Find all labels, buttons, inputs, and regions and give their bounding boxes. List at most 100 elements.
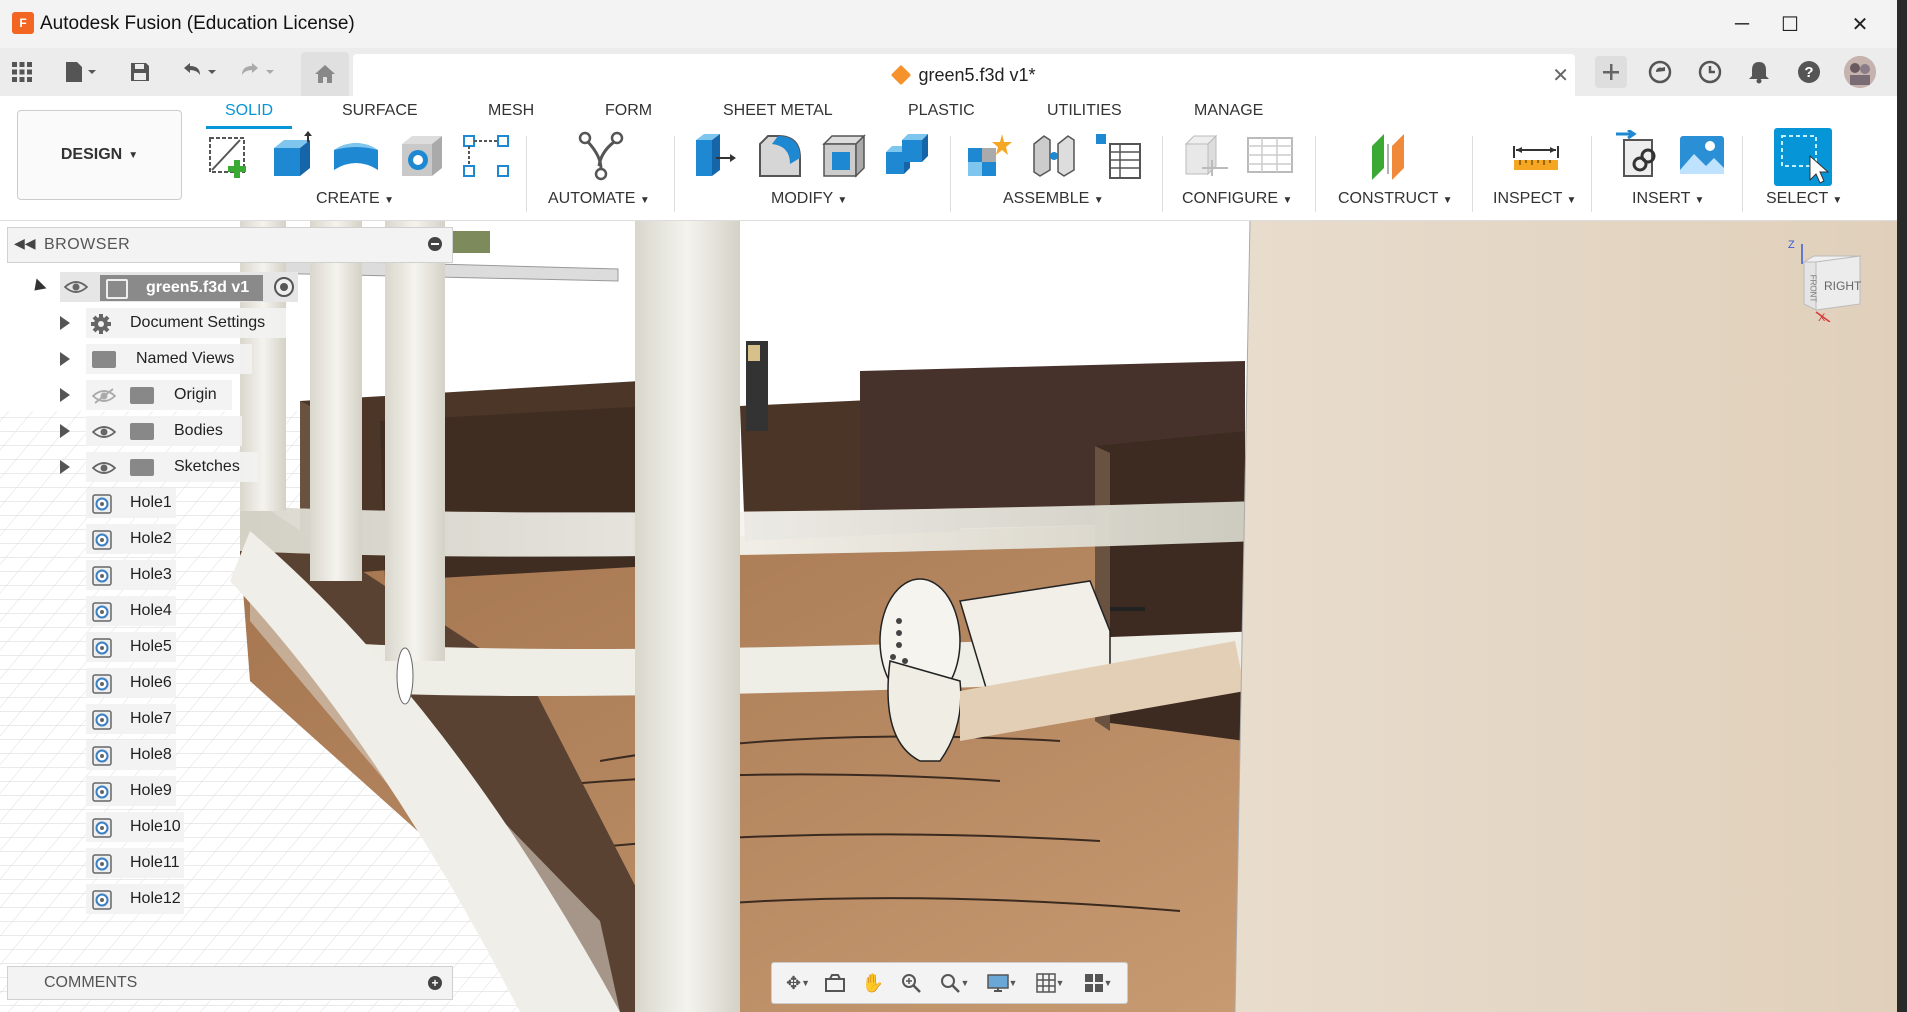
tab-surface[interactable]: SURFACE xyxy=(342,102,418,120)
save-icon[interactable] xyxy=(128,58,152,86)
revolve-icon[interactable] xyxy=(330,130,382,182)
expand-triangle-icon[interactable] xyxy=(60,460,70,474)
redo-icon[interactable] xyxy=(236,58,280,86)
maximize-button[interactable]: ☐ xyxy=(1768,8,1812,40)
undo-icon[interactable] xyxy=(178,58,222,86)
browser-item-hole[interactable]: Hole8 xyxy=(86,740,176,770)
job-status-clock-icon[interactable] xyxy=(1694,56,1726,88)
collapse-panel-icon[interactable]: ◀◀ xyxy=(14,235,36,252)
browser-item-origin[interactable]: Origin xyxy=(86,380,232,410)
tab-utilities[interactable]: UTILITIES xyxy=(1047,102,1122,120)
measure-icon[interactable] xyxy=(1510,130,1562,182)
automate-menu[interactable]: AUTOMATE ▼ xyxy=(548,190,650,208)
insert-menu[interactable]: INSERT ▼ xyxy=(1632,190,1704,208)
expand-triangle-icon[interactable] xyxy=(60,388,70,402)
display-settings-icon[interactable]: ▼ xyxy=(982,971,1022,995)
browser-item-hole[interactable]: Hole10 xyxy=(86,812,184,842)
shell-icon[interactable] xyxy=(818,130,870,182)
browser-item-bodies[interactable]: Bodies xyxy=(86,416,242,446)
insert-canvas-icon[interactable] xyxy=(1676,130,1728,182)
configure-menu[interactable]: CONFIGURE ▼ xyxy=(1182,190,1292,208)
document-tab-title: green5.f3d v1* xyxy=(918,65,1036,85)
configure-rules-icon[interactable] xyxy=(1244,130,1296,182)
look-at-icon[interactable] xyxy=(822,971,848,995)
workspace-switcher[interactable]: DESIGN ▼ xyxy=(17,110,182,200)
sync-icon[interactable] xyxy=(1644,56,1676,88)
document-tab[interactable]: green5.f3d v1* ✕ xyxy=(353,54,1575,96)
hole-icon[interactable] xyxy=(396,130,448,182)
select-menu[interactable]: SELECT ▼ xyxy=(1766,190,1842,208)
browser-item-hole[interactable]: Hole4 xyxy=(86,596,176,626)
comments-panel-header[interactable]: COMMENTS + xyxy=(7,966,453,1000)
minimize-panel-icon[interactable] xyxy=(428,237,442,251)
tab-mesh[interactable]: MESH xyxy=(488,102,534,120)
canvas-viewport[interactable] xyxy=(0,221,1897,1012)
app-grid-icon[interactable] xyxy=(10,58,34,86)
browser-panel-header[interactable]: ◀◀ BROWSER xyxy=(7,227,453,263)
browser-item-hole[interactable]: Hole11 xyxy=(86,848,184,878)
automate-icon[interactable] xyxy=(575,130,627,182)
browser-item-document-settings[interactable]: Document Settings xyxy=(86,308,286,338)
minimize-button[interactable]: ─ xyxy=(1720,8,1764,40)
browser-item-hole[interactable]: Hole6 xyxy=(86,668,176,698)
expand-triangle-icon[interactable] xyxy=(60,316,70,330)
eye-icon[interactable] xyxy=(91,460,117,481)
browser-item-hole[interactable]: Hole2 xyxy=(86,524,176,554)
close-window-button[interactable]: ✕ xyxy=(1838,8,1882,40)
select-icon[interactable] xyxy=(1774,128,1832,186)
orbit-icon[interactable]: ✥ ▼ xyxy=(778,971,818,995)
joint-icon[interactable] xyxy=(1028,130,1080,182)
help-icon[interactable]: ? xyxy=(1793,56,1825,88)
browser-item-named-views[interactable]: Named Views xyxy=(86,344,252,374)
extrude-icon[interactable] xyxy=(266,130,318,182)
browser-item-hole[interactable]: Hole3 xyxy=(86,560,176,590)
tab-solid[interactable]: SOLID xyxy=(225,102,273,120)
create-sketch-icon[interactable] xyxy=(204,130,256,182)
bill-of-materials-icon[interactable] xyxy=(1092,130,1144,182)
zoom-icon[interactable] xyxy=(898,971,924,995)
close-tab-button[interactable]: ✕ xyxy=(1552,63,1569,88)
construct-menu[interactable]: CONSTRUCT ▼ xyxy=(1338,190,1453,208)
viewports-icon[interactable]: ▼ xyxy=(1078,971,1118,995)
browser-item-sketches[interactable]: Sketches xyxy=(86,452,258,482)
browser-item-hole[interactable]: Hole12 xyxy=(86,884,184,914)
new-tab-plus-icon[interactable] xyxy=(1595,56,1627,88)
zoom-window-icon[interactable]: ▼ xyxy=(934,971,974,995)
tab-form[interactable]: FORM xyxy=(605,102,652,120)
file-menu-icon[interactable] xyxy=(62,58,100,86)
press-pull-icon[interactable] xyxy=(690,130,742,182)
pan-hand-icon[interactable]: ✋ xyxy=(860,971,886,995)
browser-item-hole[interactable]: Hole5 xyxy=(86,632,176,662)
browser-item-hole[interactable]: Hole1 xyxy=(86,488,176,518)
add-comment-icon[interactable]: + xyxy=(428,976,442,990)
inspect-menu[interactable]: INSPECT ▼ xyxy=(1493,190,1576,208)
eye-icon[interactable] xyxy=(63,279,89,300)
home-icon[interactable] xyxy=(301,52,349,96)
browser-root-name[interactable]: green5.f3d v1 xyxy=(100,275,264,301)
modify-menu[interactable]: MODIFY ▼ xyxy=(771,190,847,208)
tab-manage[interactable]: MANAGE xyxy=(1194,102,1263,120)
grid-snaps-icon[interactable]: ▼ xyxy=(1030,971,1070,995)
browser-item-hole[interactable]: Hole9 xyxy=(86,776,176,806)
new-component-icon[interactable] xyxy=(964,130,1016,182)
user-avatar[interactable] xyxy=(1844,56,1876,88)
pattern-icon[interactable] xyxy=(460,130,512,182)
eye-icon[interactable] xyxy=(91,424,117,445)
3d-model-scene[interactable] xyxy=(0,221,1897,1012)
combine-icon[interactable] xyxy=(882,130,934,182)
create-menu[interactable]: CREATE ▼ xyxy=(316,190,394,208)
browser-item-hole[interactable]: Hole7 xyxy=(86,704,176,734)
fillet-icon[interactable] xyxy=(754,130,806,182)
expand-triangle-icon[interactable] xyxy=(60,352,70,366)
activate-radio-icon[interactable] xyxy=(274,277,294,297)
eye-hidden-icon[interactable] xyxy=(91,388,117,409)
tab-plastic[interactable]: PLASTIC xyxy=(908,102,975,120)
tab-sheet-metal[interactable]: SHEET METAL xyxy=(723,102,833,120)
offset-plane-icon[interactable] xyxy=(1368,130,1420,182)
configure-table-icon[interactable] xyxy=(1180,130,1232,182)
insert-derive-icon[interactable] xyxy=(1612,128,1664,182)
expand-triangle-icon[interactable] xyxy=(60,424,70,438)
assemble-menu[interactable]: ASSEMBLE ▼ xyxy=(1003,190,1104,208)
view-cube[interactable]: RIGHT FRONT Z X xyxy=(1788,239,1870,324)
notifications-bell-icon[interactable] xyxy=(1743,56,1775,88)
